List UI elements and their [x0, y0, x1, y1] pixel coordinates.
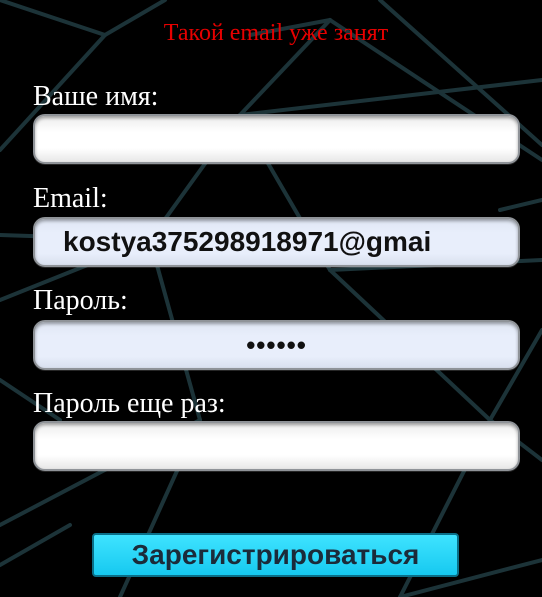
name-field-value — [63, 116, 490, 162]
email-field[interactable]: kostya375298918971@gmai — [33, 217, 520, 267]
register-button[interactable]: Зарегистрироваться — [92, 533, 459, 577]
password-field-value: •••••• — [246, 330, 307, 360]
email-field-value: kostya375298918971@gmai — [63, 226, 432, 257]
registration-page: Такой email уже занят Ваше имя: Email: k… — [0, 0, 542, 597]
password-repeat-field-value — [63, 423, 490, 469]
password-repeat-label: Пароль еще раз: — [33, 388, 226, 419]
registration-form: Такой email уже занят Ваше имя: Email: k… — [0, 0, 542, 597]
password-field[interactable]: •••••• — [33, 320, 520, 370]
password-repeat-field[interactable] — [33, 421, 520, 471]
name-field[interactable] — [33, 114, 520, 164]
error-message: Такой email уже занят — [163, 20, 389, 46]
email-label: Email: — [33, 183, 108, 214]
password-label: Пароль: — [33, 285, 128, 316]
name-label: Ваше имя: — [33, 81, 159, 112]
